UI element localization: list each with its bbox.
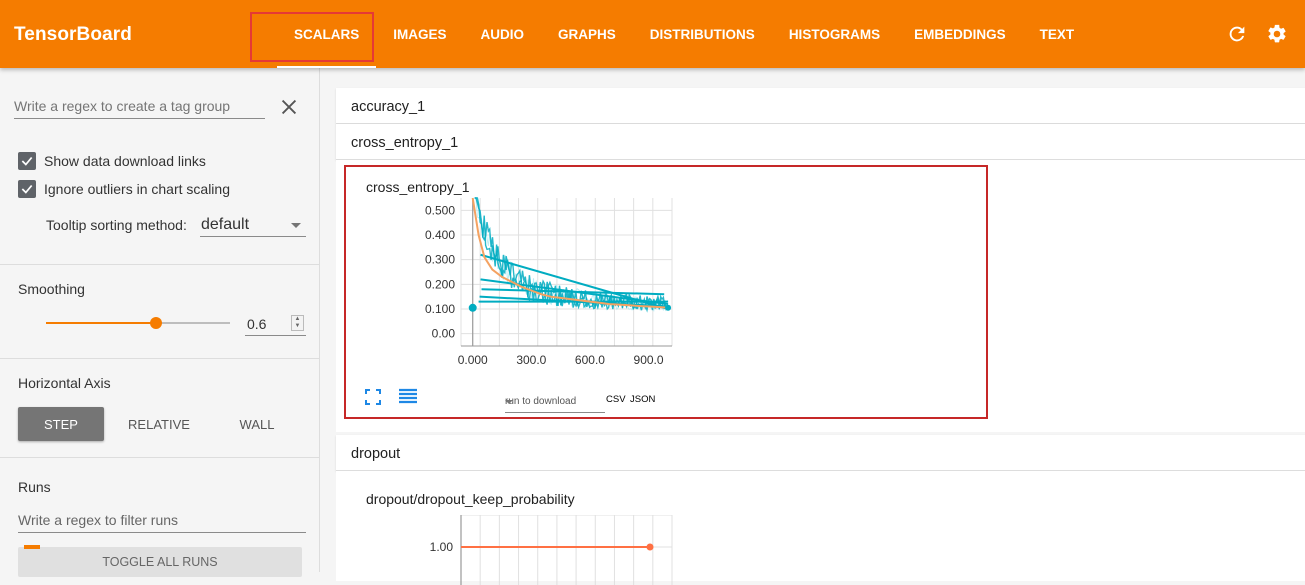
toggle-all-runs-button[interactable]: TOGGLE ALL RUNS	[18, 547, 302, 577]
run-download-select-label: run to download	[505, 396, 577, 407]
series-point	[468, 303, 477, 312]
horizontal-axis-title: Horizontal Axis	[18, 375, 111, 391]
show-download-links-option[interactable]: Show data download links	[18, 152, 206, 170]
csv-download-link[interactable]: CSV	[606, 394, 626, 405]
tab-images[interactable]: IMAGES	[376, 0, 463, 68]
runs-filter-input[interactable]	[18, 511, 306, 533]
show-download-links-label: Show data download links	[44, 153, 206, 169]
ignore-outliers-option[interactable]: Ignore outliers in chart scaling	[18, 180, 230, 198]
sidebar: Show data download links Ignore outliers…	[0, 68, 320, 577]
app-title: TensorBoard	[14, 24, 132, 45]
tab-graphs[interactable]: GRAPHS	[541, 0, 633, 68]
category-panel-cross-entropy: cross_entropy_1 0.00 0.100 0.200 0.300 0.400…	[336, 160, 1305, 432]
tooltip-sorting-value: default	[201, 216, 250, 233]
reload-icon[interactable]	[1226, 23, 1248, 45]
smoothing-slider-fill	[46, 322, 157, 324]
dropout-chart[interactable]: 1.00	[386, 515, 726, 585]
y-tick-label: 1.00	[430, 540, 454, 554]
axis-relative-button[interactable]: RELATIVE	[116, 407, 202, 441]
x-tick-label: 300.0	[516, 353, 546, 367]
y-tick-label: 0.300	[425, 253, 455, 267]
dashboard-tabs: SCALARS IMAGES AUDIO GRAPHS DISTRIBUTION…	[277, 0, 1091, 68]
axis-step-button[interactable]: STEP	[18, 407, 104, 441]
divider	[0, 264, 320, 265]
tooltip-sorting-dropdown[interactable]: default	[200, 213, 306, 237]
y-tick-label: 0.100	[425, 302, 455, 316]
divider	[0, 457, 320, 458]
axis-wall-button[interactable]: WALL	[214, 407, 300, 441]
smoothing-slider-knob[interactable]	[150, 317, 163, 329]
tab-histograms[interactable]: HISTOGRAMS	[772, 0, 897, 68]
category-cross-entropy[interactable]: cross_entropy_1	[336, 124, 1305, 160]
smoothing-slider[interactable]	[46, 317, 230, 329]
tooltip-sorting-label: Tooltip sorting method:	[46, 217, 187, 233]
series-point	[665, 304, 672, 311]
y-tick-label: 0.200	[425, 277, 455, 291]
data-table-icon[interactable]	[398, 388, 418, 406]
x-tick-label: 900.0	[634, 353, 664, 367]
smoothing-title: Smoothing	[18, 281, 85, 297]
close-icon[interactable]	[278, 96, 300, 118]
tab-distributions[interactable]: DISTRIBUTIONS	[633, 0, 772, 68]
runs-title: Runs	[18, 479, 51, 495]
chevron-down-icon	[505, 400, 513, 404]
smoothing-value: 0.6	[247, 316, 267, 332]
tab-audio[interactable]: AUDIO	[464, 0, 542, 68]
checkbox-checked-icon[interactable]	[18, 152, 36, 170]
divider	[0, 358, 320, 359]
fullscreen-icon[interactable]	[364, 388, 382, 406]
tab-scalars[interactable]: SCALARS	[277, 0, 377, 68]
json-download-link[interactable]: JSON	[630, 394, 655, 405]
run-color-swatch	[24, 545, 40, 549]
x-tick-label: 600.0	[575, 353, 605, 367]
x-tick-label: 0.000	[458, 353, 488, 367]
cross-entropy-chart[interactable]: 0.00 0.100 0.200 0.300 0.400 0.500 0.000 300.0 6…	[386, 188, 726, 388]
chevron-down-icon	[291, 223, 301, 228]
tab-text[interactable]: TEXT	[1023, 0, 1092, 68]
y-tick-label: 0.500	[425, 203, 455, 217]
category-panel-dropout: dropout/dropout_keep_probability 1.00	[336, 471, 1305, 585]
tab-embeddings[interactable]: EMBEDDINGS	[897, 0, 1023, 68]
checkbox-checked-icon[interactable]	[18, 180, 36, 198]
stepper-arrows-icon[interactable]: ▲ ▼	[291, 315, 304, 331]
category-dropout[interactable]: dropout	[336, 435, 1305, 471]
series-point	[646, 543, 654, 551]
main-content: accuracy_1 cross_entropy_1 cross_entropy…	[320, 68, 1305, 585]
category-accuracy[interactable]: accuracy_1	[336, 88, 1305, 124]
y-tick-label: 0.00	[432, 327, 456, 341]
top-app-bar: TensorBoard SCALARS IMAGES AUDIO GRAPHS …	[0, 0, 1305, 68]
settings-icon[interactable]	[1266, 23, 1288, 45]
run-download-select[interactable]: run to download	[505, 393, 605, 413]
smoothing-value-input[interactable]: 0.6 ▲ ▼	[245, 314, 306, 336]
chart-card-title: dropout/dropout_keep_probability	[366, 491, 575, 507]
tag-group-input[interactable]	[14, 97, 265, 119]
y-tick-label: 0.400	[425, 228, 455, 242]
ignore-outliers-label: Ignore outliers in chart scaling	[44, 181, 230, 197]
